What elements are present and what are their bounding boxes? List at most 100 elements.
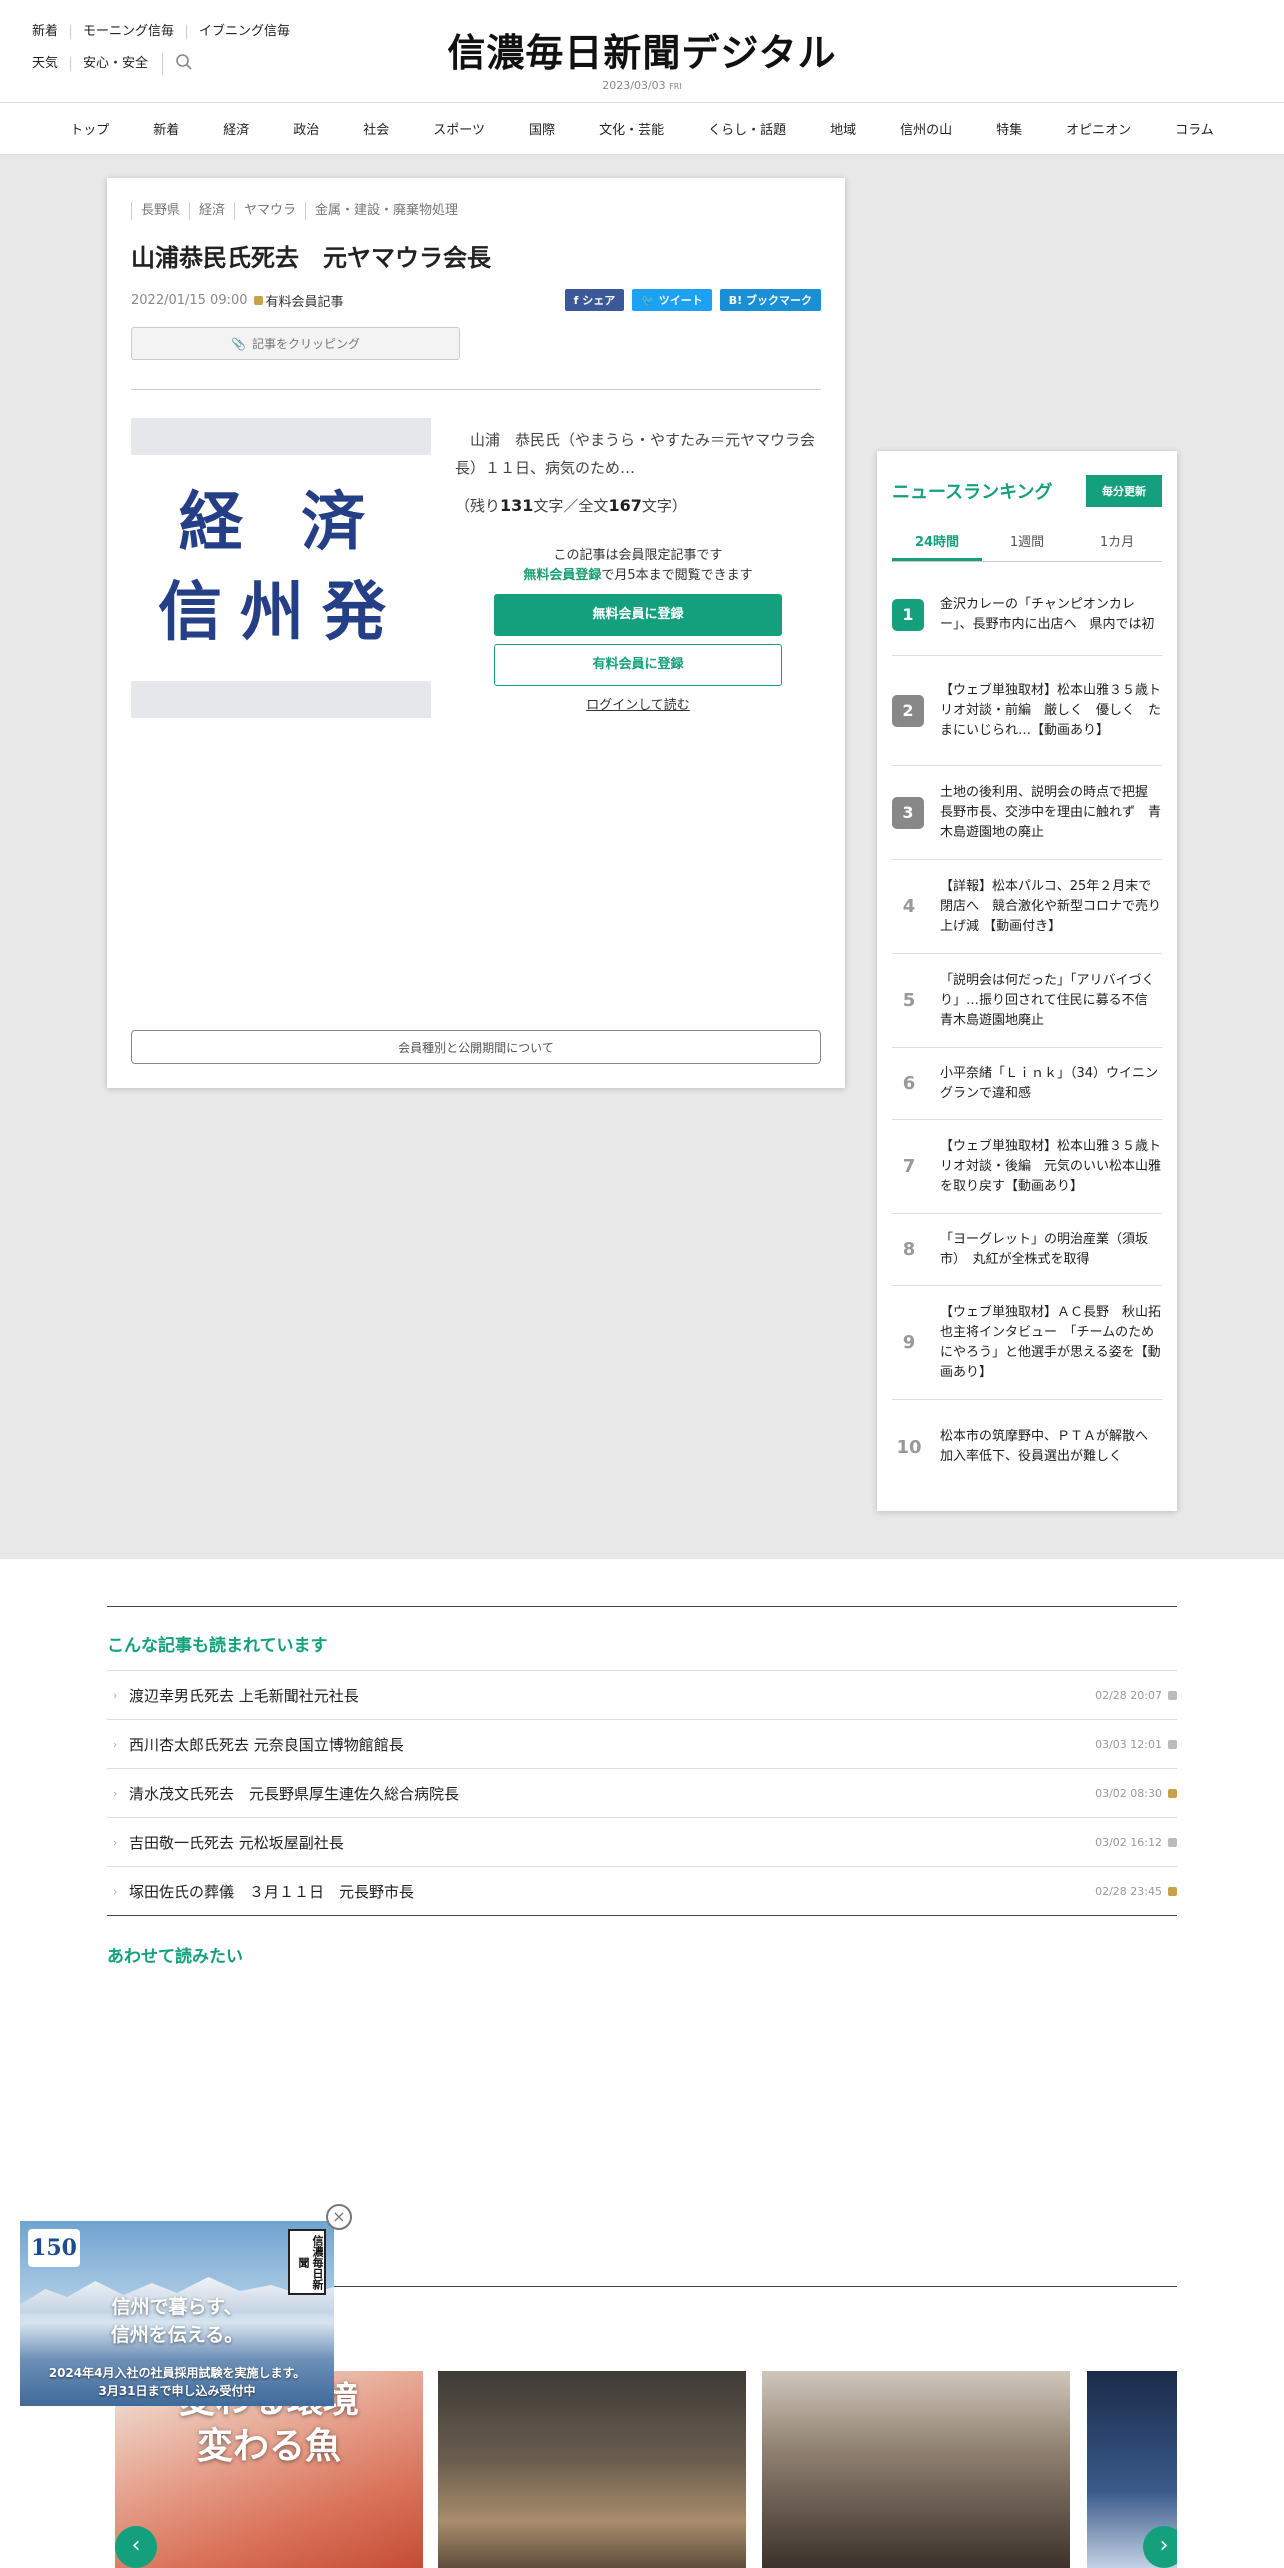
tab-24h[interactable]: 24時間 — [892, 525, 982, 561]
ranking-item[interactable]: 10 松本市の筑摩野中、ＰＴＡが解散へ 加入率低下、役員選出が難しく — [892, 1400, 1162, 1494]
section-rule — [107, 1606, 1177, 1607]
twitter-share-button[interactable]: 🐦 ツイート — [632, 289, 712, 311]
nav-item-life[interactable]: くらし・話題 — [686, 119, 808, 138]
article-body: 経 済 信州発 山浦 恭民氏（やまうら・やすたみ＝元ヤマウラ会長）１１日、病気の… — [131, 418, 821, 718]
ranking-item[interactable]: 7 【ウェブ単独取材】松本山雅３５歳トリオ対談・後編 元気のいい松本山雅を取り戻す… — [892, 1120, 1162, 1214]
related-title: こんな記事も読まれています — [107, 1636, 328, 1656]
article-thumbnail: 経 済 信州発 — [131, 418, 431, 718]
remaining-chars: （残り131文字／全文167文字） — [455, 496, 687, 515]
nav-item-international[interactable]: 国際 — [507, 119, 577, 138]
nav-item-new[interactable]: 新着 — [131, 119, 201, 138]
ranking-item[interactable]: 2 【ウェブ単独取材】松本山雅３５歳トリオ対談・前編 厳しく 優しく たまにいじら… — [892, 656, 1162, 766]
membership-info-button[interactable]: 会員種別と公開期間について — [131, 1030, 821, 1064]
carousel-prev-button[interactable]: ‹ — [115, 2526, 157, 2568]
tab-1month[interactable]: 1カ月 — [1072, 525, 1162, 561]
paywall-free-note: 無料会員登録で月5本まで閲覧できます — [523, 568, 753, 583]
member-label: 有料会員記事 — [265, 294, 344, 310]
facebook-share-button[interactable]: f シェア — [564, 289, 625, 311]
related-articles: こんな記事も読まれています › 渡辺幸男氏死去 上毛新聞社元社長 02/28 20:… — [107, 1606, 1177, 1981]
nav-item-column[interactable]: コラム — [1153, 119, 1236, 138]
nav-item-opinion[interactable]: オピニオン — [1044, 119, 1153, 138]
search-icon[interactable] — [162, 53, 205, 75]
thumb-bar-bottom — [131, 681, 431, 718]
recommend-title: あわせて読みたい — [107, 1947, 243, 1967]
share-buttons: f シェア 🐦 ツイート B! ブックマーク — [564, 289, 821, 311]
close-icon[interactable]: × — [326, 2204, 352, 2230]
nav-item-sports[interactable]: スポーツ — [411, 119, 507, 138]
nav-item-region[interactable]: 地域 — [808, 119, 878, 138]
ranking-item[interactable]: 5 「説明会は何だった」「アリバイづくり」…振り回されて住民に募る不信 青木島遊園… — [892, 954, 1162, 1048]
ranking-title: ニュースランキング — [892, 482, 1053, 503]
divider — [131, 389, 821, 390]
free-register-button[interactable]: 無料会員に登録 — [494, 594, 782, 636]
header-link-morning[interactable]: モーニング信毎 — [70, 25, 186, 39]
nav-item-economy[interactable]: 経済 — [201, 119, 271, 138]
header-link-weather[interactable]: 天気 — [32, 57, 70, 71]
header-links: 新着 モーニング信毎 イブニング信毎 天気 安心・安全 — [32, 22, 302, 86]
news-ranking: ニュースランキング 毎分更新 24時間 1週間 1カ月 1 金沢カレーの「チャンピ… — [877, 451, 1177, 1511]
chevron-right-icon: › — [113, 1688, 118, 1702]
nav-item-society[interactable]: 社会 — [341, 119, 411, 138]
header-link-new[interactable]: 新着 — [32, 25, 70, 39]
related-item[interactable]: › 塚田佐氏の葬儀 ３月１１日 元長野市長 02/28 23:45 — [107, 1867, 1177, 1916]
tag-nagano[interactable]: 長野県 — [131, 202, 189, 220]
global-nav: トップ 新着 経済 政治 社会 スポーツ 国際 文化・芸能 くらし・話題 地域 … — [0, 103, 1284, 155]
ranking-tabs: 24時間 1週間 1カ月 — [892, 525, 1162, 562]
chevron-right-icon: › — [113, 1884, 118, 1898]
login-link[interactable]: ログインして読む — [494, 696, 782, 716]
lock-icon — [1168, 1788, 1177, 1798]
lock-icon — [1168, 1739, 1177, 1749]
lead-text: 山浦 恭民氏（やまうら・やすたみ＝元ヤマウラ会長）１１日、病気のため… — [455, 431, 816, 477]
related-item[interactable]: › 渡辺幸男氏死去 上毛新聞社元社長 02/28 20:07 — [107, 1671, 1177, 1720]
carousel-slide-cat[interactable] — [438, 2371, 746, 2568]
tag-industry[interactable]: 金属・建設・廃棄物処理 — [305, 202, 467, 220]
clip-button[interactable]: 📎 記事をクリッピング — [131, 327, 460, 360]
ranking-update-badge: 毎分更新 — [1086, 475, 1162, 507]
bookmark-button[interactable]: B! ブックマーク — [719, 289, 821, 311]
ranking-item[interactable]: 6 小平奈緒「Ｌｉｎｋ」（34）ウイニングランで違和感 — [892, 1048, 1162, 1120]
carousel-next-button[interactable]: › — [1143, 2526, 1177, 2568]
ranking-list: 1 金沢カレーの「チャンピオンカレー」、長野市内に出店へ 県内では初 2 【ウェブ単… — [892, 574, 1162, 1494]
related-item[interactable]: › 吉田敬一氏死去 元松坂屋副社長 03/02 16:12 — [107, 1818, 1177, 1867]
economy-shinshu-logo: 経 済 信州発 — [158, 485, 404, 650]
article-lead: 山浦 恭民氏（やまうら・やすたみ＝元ヤマウラ会長）１１日、病気のため… （残り1… — [455, 426, 815, 520]
site-logo[interactable]: 信濃毎日新聞デジタル 2023/03/03 FRI — [447, 22, 836, 92]
article-card: 長野県 経済 ヤマウラ 金属・建設・廃棄物処理 山浦恭民氏死去 元ヤマウラ会長 … — [107, 178, 845, 1088]
lock-icon — [1168, 1886, 1177, 1896]
paperclip-icon: 📎 — [231, 336, 246, 351]
related-item[interactable]: › 清水茂文氏死去 元長野県厚生連佐久総合病院長 03/02 08:30 — [107, 1769, 1177, 1818]
nav-item-politics[interactable]: 政治 — [271, 119, 341, 138]
article-tags: 長野県 経済 ヤマウラ 金属・建設・廃棄物処理 — [131, 202, 821, 220]
paid-register-button[interactable]: 有料会員に登録 — [494, 644, 782, 686]
chevron-right-icon: › — [113, 1737, 118, 1751]
site-header: 新着 モーニング信毎 イブニング信毎 天気 安心・安全 信濃毎日新聞デジタル 2… — [0, 0, 1284, 103]
header-link-evening[interactable]: イブニング信毎 — [186, 25, 302, 39]
nav-item-mountains[interactable]: 信州の山 — [878, 119, 974, 138]
tag-economy[interactable]: 経済 — [189, 202, 234, 220]
ad-copy: 信州で暮らす、 信州を伝える。 — [110, 2296, 244, 2346]
thumb-bar-top — [131, 418, 431, 455]
nav-item-culture[interactable]: 文化・芸能 — [577, 119, 686, 138]
ranking-item[interactable]: 8 「ヨーグレット」の明治産業（須坂市） 丸紅が全株式を取得 — [892, 1214, 1162, 1286]
chevron-right-icon: › — [113, 1786, 118, 1800]
ranking-item[interactable]: 3 土地の後利用、説明会の時点で把握 長野市長、交渉中を理由に触れず 青木島遊園地… — [892, 766, 1162, 860]
article-title: 山浦恭民氏死去 元ヤマウラ会長 — [131, 244, 491, 272]
nav-item-features[interactable]: 特集 — [974, 119, 1044, 138]
recruit-ad-banner[interactable]: 150 信濃毎日新聞 信州で暮らす、 信州を伝える。 2024年4月入社の社員採用… — [20, 2221, 334, 2406]
article-meta: 2022/01/15 09:00 有料会員記事 f シェア 🐦 ツイート B! … — [131, 289, 821, 311]
lock-icon — [253, 295, 263, 305]
free-register-link[interactable]: 無料会員登録 — [523, 568, 601, 583]
lock-icon — [1168, 1690, 1177, 1700]
lock-icon — [1168, 1837, 1177, 1847]
ranking-item[interactable]: 1 金沢カレーの「チャンピオンカレー」、長野市内に出店へ 県内では初 — [892, 574, 1162, 656]
tag-yamaura[interactable]: ヤマウラ — [234, 202, 305, 220]
nav-item-top[interactable]: トップ — [48, 119, 131, 138]
ranking-item[interactable]: 4 【詳報】松本パルコ、25年２月末で閉店へ 競合激化や新型コロナで売り上げ減 【… — [892, 860, 1162, 954]
header-link-safety[interactable]: 安心・安全 — [70, 57, 160, 71]
related-item[interactable]: › 西川杏太郎氏死去 元奈良国立博物館館長 03/03 12:01 — [107, 1720, 1177, 1769]
ranking-item[interactable]: 9 【ウェブ単独取材】ＡＣ長野 秋山拓也主将インタビュー 「チームのためにやろう」… — [892, 1286, 1162, 1400]
carousel-slide-event[interactable] — [762, 2371, 1070, 2568]
newspaper-seal: 信濃毎日新聞 — [288, 2229, 326, 2295]
chevron-right-icon: › — [113, 1835, 118, 1849]
tab-1week[interactable]: 1週間 — [982, 525, 1072, 561]
